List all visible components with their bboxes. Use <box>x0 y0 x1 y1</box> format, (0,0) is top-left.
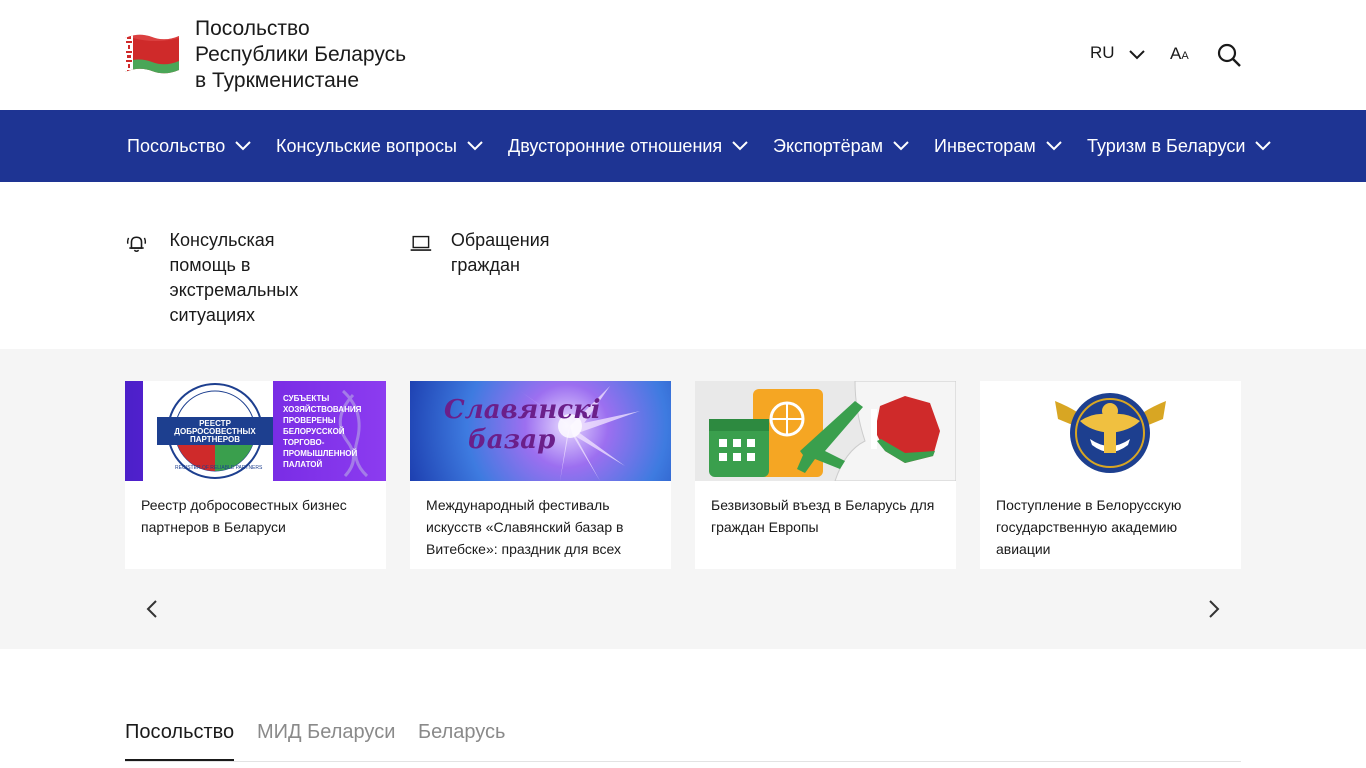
font-size-big-letter: A <box>1170 44 1182 63</box>
nav-item-consular[interactable]: Консульские вопросы <box>276 110 483 182</box>
nav-item-label: Консульские вопросы <box>276 135 457 156</box>
belarus-flag-logo-icon[interactable] <box>125 32 179 76</box>
card-image-slavianski-bazaar: Славянскі базар <box>410 381 671 481</box>
card-title-line: искусств «Славянский базар в <box>426 519 624 535</box>
registry-badge-line: ПАРТНЕРОВ <box>190 435 240 444</box>
nav-item-label: Двусторонние отношения <box>508 135 723 156</box>
registry-ring-text: REGISTER OF RELIABLE PARTNERS <box>175 465 263 471</box>
registry-caption-line: СУБЪЕКТЫ <box>283 394 330 403</box>
card-title-line: Международный фестиваль <box>426 497 610 513</box>
language-selector[interactable]: RU <box>1090 43 1145 63</box>
registry-badge-text: РЕЕСТР ДОБРОСОВЕСТНЫХ ПАРТНЕРОВ <box>165 420 265 444</box>
registry-caption-line: ТОРГОВО- <box>283 438 325 447</box>
card-title-line: Безвизовый въезд в Беларусь для <box>711 497 935 513</box>
nav-item-investors[interactable]: Инвесторам <box>934 110 1062 182</box>
search-icon[interactable] <box>1217 43 1241 67</box>
chevron-down-icon <box>893 141 909 151</box>
site-header: Посольство Республики Беларусь в Туркмен… <box>0 0 1366 110</box>
quick-link-text-line: Консульская помощь в <box>169 230 275 275</box>
quick-link-text-line: Обращения граждан <box>450 230 550 275</box>
festival-logo-line: базар <box>468 425 556 455</box>
festival-logo-text: Славянскі базар <box>444 395 601 455</box>
nav-item-exporters[interactable]: Экспортёрам <box>773 110 909 182</box>
info-tabs: Посольство МИД Беларуси Беларусь <box>125 718 1241 762</box>
laptop-icon <box>410 235 432 251</box>
title-line-3: в Туркменистане <box>195 69 360 92</box>
chevron-down-icon <box>1128 49 1145 59</box>
carousel-card-slavianski-bazaar[interactable]: Славянскі базар Международный фестиваль … <box>410 381 671 569</box>
font-size-small-letter: A <box>1181 50 1189 62</box>
title-line-2: Республики Беларусь <box>195 43 407 66</box>
chevron-down-icon <box>467 141 483 151</box>
registry-caption-line: БЕЛОРУССКОЙ <box>283 427 345 436</box>
tab-belarus[interactable]: Беларусь <box>418 718 505 761</box>
registry-caption: СУБЪЕКТЫ ХОЗЯЙСТВОВАНИЯ ПРОВЕРЕНЫ БЕЛОРУ… <box>283 393 361 470</box>
registry-caption-line: ПРОМЫШЛЕННОЙ <box>283 449 358 458</box>
travel-illustration-icon <box>709 381 956 481</box>
nav-item-tourism[interactable]: Туризм в Беларуси <box>1087 110 1272 182</box>
nav-item-label: Посольство <box>127 135 226 156</box>
card-title-line: партнеров в Беларуси <box>141 519 286 535</box>
nav-item-label: Инвесторам <box>934 135 1036 156</box>
quick-link-text-line: ситуациях <box>169 305 255 325</box>
chevron-down-icon <box>235 141 251 151</box>
tab-embassy[interactable]: Посольство <box>125 718 235 761</box>
card-title-line: Поступление в Белорусскую <box>996 497 1182 513</box>
alarm-bell-icon <box>126 236 147 252</box>
registry-caption-line: ХОЗЯЙСТВОВАНИЯ <box>283 405 362 414</box>
embassy-title[interactable]: Посольство Республики Беларусь в Туркмен… <box>195 16 406 94</box>
carousel-card-aviation-academy[interactable]: Поступление в Белорусскую государственну… <box>980 381 1241 569</box>
card-title-line: авиации <box>996 541 1051 557</box>
chevron-down-icon <box>1255 141 1272 151</box>
chevron-down-icon <box>732 141 748 151</box>
main-nav: Посольство Консульские вопросы Двусторон… <box>0 110 1366 182</box>
nav-item-label: Туризм в Беларуси <box>1087 135 1246 156</box>
nav-item-label: Экспортёрам <box>773 135 884 156</box>
carousel-card-registry[interactable]: РЕЕСТР ДОБРОСОВЕСТНЫХ ПАРТНЕРОВ REGISTER… <box>125 381 386 569</box>
card-title-line: Реестр добросовестных бизнес <box>141 497 347 513</box>
font-size-toggle[interactable]: AA <box>1170 44 1189 64</box>
card-image-registry: РЕЕСТР ДОБРОСОВЕСТНЫХ ПАРТНЕРОВ REGISTER… <box>125 381 386 481</box>
quick-link-text-line: экстремальных <box>169 280 299 300</box>
card-image-aviation-academy <box>980 381 1241 481</box>
chevron-down-icon <box>1045 141 1062 151</box>
language-label: RU <box>1090 43 1115 62</box>
quick-link-citizen-appeals[interactable]: Обращения граждан <box>410 228 562 278</box>
news-carousel: РЕЕСТР ДОБРОСОВЕСТНЫХ ПАРТНЕРОВ REGISTER… <box>0 349 1366 649</box>
nav-item-embassy[interactable]: Посольство <box>127 110 251 182</box>
quick-link-consular-help[interactable]: Консульская помощь в экстремальных ситуа… <box>125 228 307 328</box>
card-image-visa-free <box>695 381 956 481</box>
chevron-left-icon[interactable] <box>143 599 163 619</box>
registry-caption-line: ПРОВЕРЕНЫ <box>283 416 336 425</box>
aviation-academy-emblem-icon <box>1055 393 1166 473</box>
chevron-right-icon[interactable] <box>1203 599 1223 619</box>
nav-item-bilateral[interactable]: Двусторонние отношения <box>508 110 748 182</box>
carousel-card-visa-free[interactable]: Безвизовый въезд в Беларусь для граждан … <box>695 381 956 569</box>
title-line-1: Посольство <box>195 17 310 40</box>
card-title-line: Витебске»: праздник для всех <box>426 541 621 557</box>
card-title-line: граждан Европы <box>711 519 819 535</box>
festival-logo-line: Славянскі <box>444 395 601 425</box>
card-title-line: государственную академию <box>996 519 1178 535</box>
registry-caption-line: ПАЛАТОЙ <box>283 460 323 469</box>
tab-mfa-belarus[interactable]: МИД Беларуси <box>257 718 395 761</box>
